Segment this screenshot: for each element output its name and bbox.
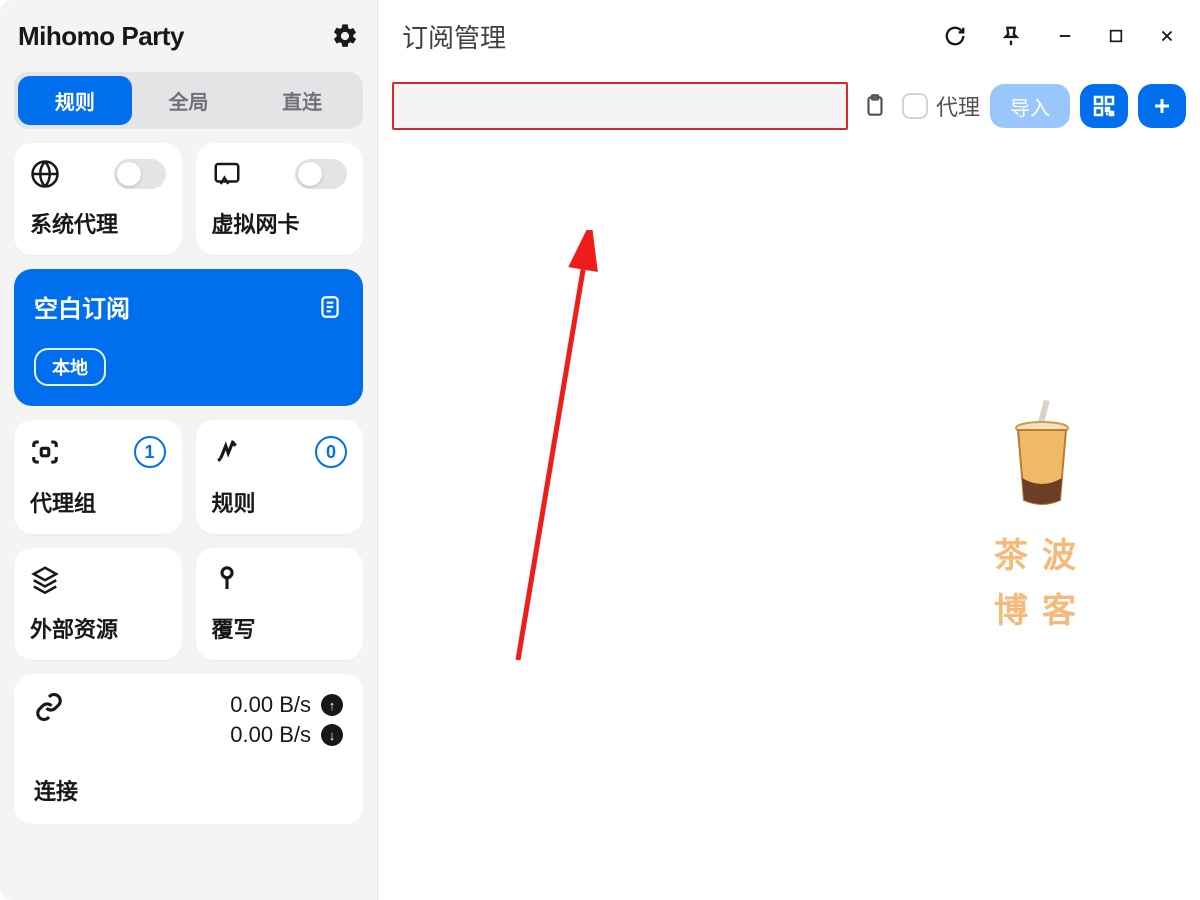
card-tun[interactable]: 虚拟网卡 (196, 143, 364, 255)
main-header: 订阅管理 (378, 0, 1200, 72)
window-controls (944, 25, 1176, 47)
tab-direct[interactable]: 直连 (245, 76, 359, 125)
toolbar: 代理 导入 (378, 72, 1200, 140)
close-button[interactable] (1158, 27, 1176, 45)
refresh-icon (944, 25, 966, 47)
watermark: 茶波 博客 (994, 400, 1090, 632)
pin-icon (1000, 25, 1022, 47)
card-label: 覆写 (212, 612, 348, 644)
card-label: 规则 (212, 486, 348, 518)
bracket-icon (30, 437, 60, 467)
subscription-card[interactable]: 空白订阅 本地 (14, 269, 363, 406)
refresh-button[interactable] (944, 25, 966, 47)
qrcode-icon (1092, 94, 1116, 118)
card-connections[interactable]: 0.00 B/s ↑ 0.00 B/s ↓ 连接 (14, 674, 363, 824)
toggle-system-proxy[interactable] (114, 159, 166, 189)
proxy-checkbox-group: 代理 (902, 90, 980, 122)
sidebar: Mihomo Party 规则 全局 直连 系统代理 虚拟网卡 空白订阅 (0, 0, 378, 900)
proxy-checkbox[interactable] (902, 93, 928, 119)
boba-tea-icon (1002, 400, 1082, 510)
card-resources[interactable]: 外部资源 (14, 548, 182, 660)
content-area: 茶波 博客 (378, 140, 1200, 900)
close-icon (1158, 27, 1176, 45)
globe-icon (30, 159, 60, 189)
annotation-arrow (488, 230, 608, 670)
settings-button[interactable] (331, 22, 359, 50)
upload-speed: 0.00 B/s (230, 692, 311, 718)
document-icon (317, 294, 343, 320)
maximize-button[interactable] (1108, 28, 1124, 44)
arrow-down-icon: ↓ (321, 724, 343, 746)
watermark-line1: 茶波 (994, 528, 1090, 577)
arrow-up-icon: ↑ (321, 694, 343, 716)
subscription-badge: 本地 (34, 348, 106, 386)
layers-icon (30, 564, 60, 594)
toggle-tun[interactable] (295, 159, 347, 189)
minimize-icon (1056, 27, 1074, 45)
card-system-proxy[interactable]: 系统代理 (14, 143, 182, 255)
card-override[interactable]: 覆写 (196, 548, 364, 660)
gear-icon (331, 22, 359, 50)
mode-tabs: 规则 全局 直连 (14, 72, 363, 129)
plus-icon (1150, 94, 1174, 118)
override-icon (212, 564, 242, 594)
card-label: 代理组 (30, 486, 166, 518)
tab-rules[interactable]: 规则 (18, 76, 132, 125)
card-proxy-group[interactable]: 1 代理组 (14, 420, 182, 534)
proxy-label: 代理 (936, 90, 980, 122)
route-icon (212, 437, 242, 467)
minimize-button[interactable] (1056, 27, 1074, 45)
card-label: 系统代理 (30, 207, 166, 239)
paste-button[interactable] (858, 89, 892, 123)
card-label: 虚拟网卡 (212, 207, 348, 239)
main-panel: 订阅管理 代理 导入 (378, 0, 1200, 900)
app-title: Mihomo Party (18, 21, 184, 52)
card-rules[interactable]: 0 规则 (196, 420, 364, 534)
subscription-title: 空白订阅 (34, 289, 130, 324)
subscription-url-input[interactable] (392, 82, 848, 130)
proxy-group-count: 1 (134, 436, 166, 468)
watermark-line2: 博客 (994, 583, 1090, 632)
page-title: 订阅管理 (402, 18, 506, 55)
import-button[interactable]: 导入 (990, 84, 1070, 128)
rules-count: 0 (315, 436, 347, 468)
clipboard-icon (862, 93, 888, 119)
add-button[interactable] (1138, 84, 1186, 128)
link-icon (34, 692, 64, 722)
card-label: 连接 (34, 774, 343, 806)
qrcode-button[interactable] (1080, 84, 1128, 128)
maximize-icon (1108, 28, 1124, 44)
tab-global[interactable]: 全局 (132, 76, 246, 125)
download-speed: 0.00 B/s (230, 722, 311, 748)
card-label: 外部资源 (30, 612, 166, 644)
network-card-icon (212, 159, 242, 189)
pin-button[interactable] (1000, 25, 1022, 47)
sidebar-header: Mihomo Party (14, 0, 363, 72)
